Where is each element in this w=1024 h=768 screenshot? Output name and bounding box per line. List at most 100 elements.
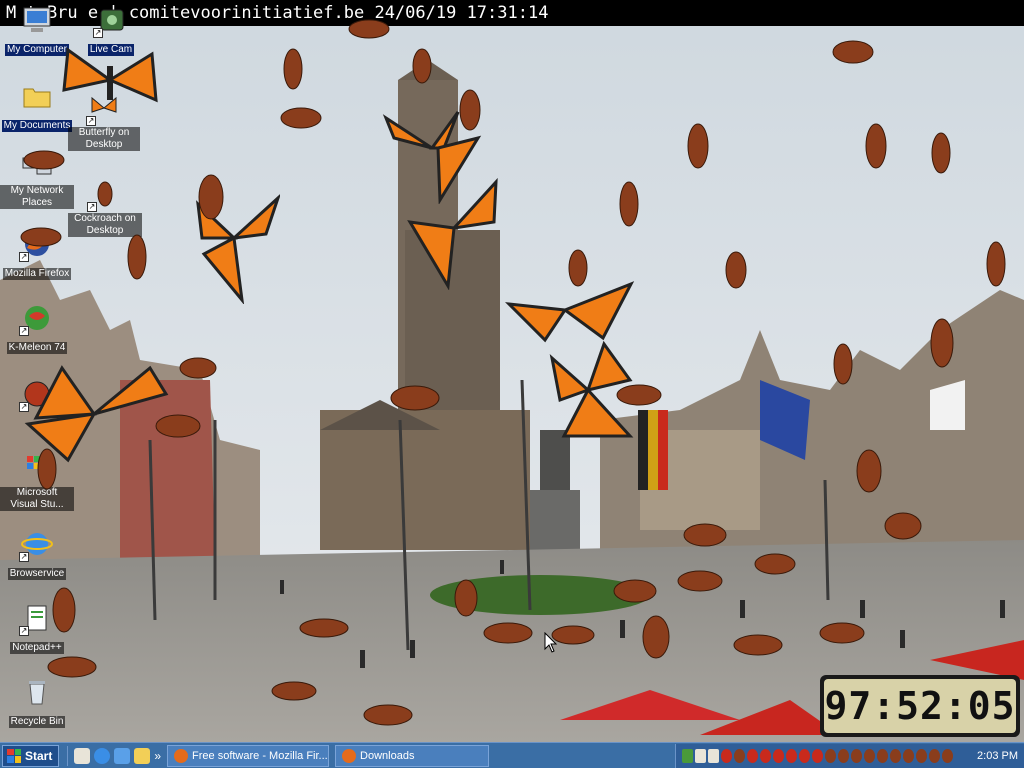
task-button-downloads[interactable]: Downloads (335, 744, 490, 767)
tray-icon[interactable] (903, 748, 915, 763)
tray-icon[interactable] (747, 748, 759, 763)
shortcut-arrow-icon: ↗ (86, 116, 96, 126)
chevron-more-icon[interactable]: » (154, 749, 161, 763)
cockroach-icon (271, 681, 317, 701)
task-button-firefox[interactable]: Free software - Mozilla Fir... (167, 744, 330, 767)
tray-icon[interactable] (708, 748, 720, 763)
tray-icon[interactable] (929, 748, 941, 763)
cockroach-icon (687, 123, 709, 169)
cockroach-icon (754, 553, 796, 575)
cockroach-icon (280, 107, 322, 129)
explorer-icon[interactable] (134, 747, 151, 764)
system-tray: 2:03 PM (675, 743, 1024, 768)
quick-launch (67, 745, 151, 766)
show-desktop-icon[interactable] (74, 747, 91, 764)
tray-icon[interactable] (760, 748, 772, 763)
desktop-icon-label: K-Meleon 74 (6, 342, 68, 354)
desktop-icon-label: Browservice (7, 568, 67, 580)
cockroach-icon (348, 19, 390, 39)
butterfly-icon (407, 178, 498, 290)
tray-clock[interactable]: 2:03 PM (977, 750, 1018, 762)
desktop-icon-label: Recycle Bin (8, 716, 66, 728)
cockroach-icon (23, 150, 65, 170)
desktop-icon-browservice[interactable]: ↗ Browservice (0, 528, 74, 581)
cockroach-icon (155, 414, 201, 438)
cockroach-icon (454, 579, 478, 617)
cockroach-icon (459, 89, 481, 131)
cockroach-icon (856, 449, 882, 493)
taskbar: Start » Free software - Mozilla Fir... D… (0, 742, 1024, 768)
tray-icon[interactable] (682, 748, 694, 763)
tray-icon[interactable] (773, 748, 785, 763)
cockroach-icon (390, 385, 440, 411)
computer-icon (21, 4, 53, 36)
desktop-icon-label: My Network Places (0, 185, 74, 209)
cockroach-icon (642, 615, 670, 659)
shortcut-arrow-icon: ↗ (87, 202, 97, 212)
cockroach-icon (865, 123, 887, 169)
digital-clock-widget[interactable]: 97:52:05 (820, 675, 1020, 737)
cockroach-icon (179, 357, 217, 379)
cockroach-icon (52, 587, 76, 633)
cockroach-icon (619, 181, 639, 227)
tray-icon[interactable] (799, 748, 811, 763)
cockroach-icon (683, 523, 727, 547)
digital-clock-display: 97:52:05 (824, 679, 1016, 733)
shortcut-arrow-icon: ↗ (93, 28, 103, 38)
webcam-title-bar: M t Bru e | comitevoorinitiatief.be 24/0… (0, 0, 1024, 26)
start-label: Start (25, 748, 53, 763)
cockroach-icon (986, 241, 1006, 287)
tray-icon[interactable] (851, 748, 863, 763)
start-button[interactable]: Start (2, 744, 60, 767)
desktop-icon-cockroach-on-desktop[interactable]: ↗ Cockroach on Desktop (68, 178, 142, 238)
cockroach-icon (198, 174, 224, 220)
cockroach-icon (363, 704, 413, 726)
windows-logo-icon (7, 748, 21, 763)
cockroach-icon (127, 234, 147, 280)
desktop-icon-label: Butterfly on Desktop (68, 127, 140, 151)
shortcut-arrow-icon: ↗ (19, 326, 29, 336)
shortcut-arrow-icon: ↗ (19, 252, 29, 262)
cockroach-icon (616, 384, 662, 406)
cockroach-icon (483, 622, 533, 644)
desktop-icon-k-meleon[interactable]: ↗ K-Meleon 74 (0, 302, 74, 355)
webcam-icon: ↗ (93, 4, 127, 38)
cockroach-icon (832, 40, 874, 64)
tray-icon[interactable] (825, 748, 837, 763)
tray-icon[interactable] (864, 748, 876, 763)
tray-icon[interactable] (877, 748, 889, 763)
cockroach-icon (283, 48, 303, 90)
tray-icon[interactable] (695, 748, 707, 763)
cockroach-icon (884, 512, 922, 540)
cockroach-icon (733, 634, 783, 656)
tray-icon[interactable] (734, 748, 746, 763)
tray-icon[interactable] (942, 748, 954, 763)
tray-icon[interactable] (890, 748, 902, 763)
cockroach-icon (412, 48, 432, 84)
cockroach-icon (613, 579, 657, 603)
media-player-icon[interactable] (114, 747, 131, 764)
cockroach-icon (819, 622, 865, 644)
desktop-icon-label: My Documents (1, 120, 73, 132)
tray-icon[interactable] (721, 748, 733, 763)
tray-icon[interactable] (786, 748, 798, 763)
cockroach-icon: ↗ (87, 178, 121, 212)
ie-icon: ↗ (19, 528, 53, 562)
cockroach-icon (930, 318, 954, 368)
cockroach-icon (299, 618, 349, 638)
cockroach-icon (833, 343, 853, 385)
firefox-icon (342, 748, 357, 763)
cockroach-icon (677, 570, 723, 592)
task-label: Downloads (360, 749, 415, 762)
tray-icon[interactable] (838, 748, 850, 763)
desktop-icon-label: Mozilla Firefox (2, 268, 72, 280)
task-label: Free software - Mozilla Fir... (192, 749, 328, 762)
folder-icon (21, 80, 53, 112)
shortcut-arrow-icon: ↗ (19, 626, 29, 636)
cockroach-icon (37, 448, 57, 490)
tray-icon[interactable] (812, 748, 824, 763)
tray-icon[interactable] (916, 748, 928, 763)
ie-quicklaunch-icon[interactable] (94, 747, 111, 764)
shortcut-arrow-icon: ↗ (19, 552, 29, 562)
mouse-cursor-icon (544, 632, 558, 653)
